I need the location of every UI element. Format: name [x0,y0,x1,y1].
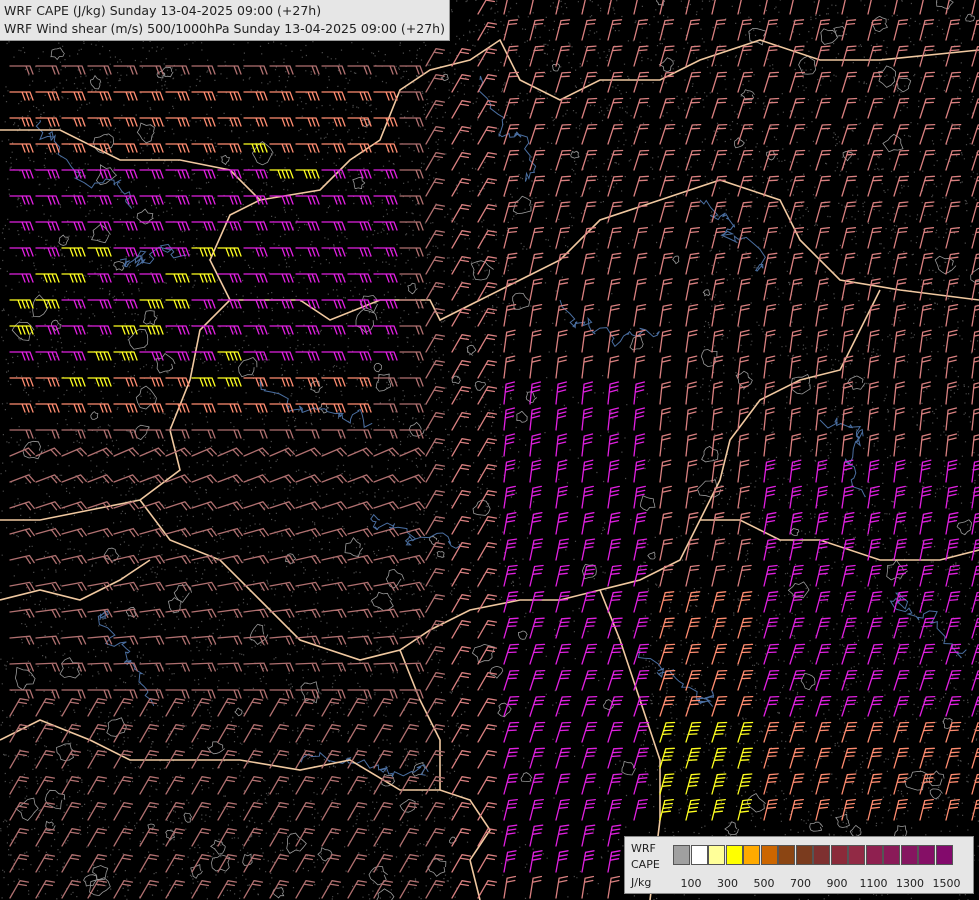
legend-tick-label: 1500 [932,877,961,890]
legend-swatch [725,845,743,865]
legend-swatch [795,845,813,865]
legend-tick-label: 500 [753,877,775,890]
weather-map [0,0,979,900]
legend-label-unit: J/kg [631,876,652,889]
legend-swatch [883,845,900,865]
legend-tick-label: 300 [717,877,738,890]
legend-swatch [760,845,778,865]
map-background [0,0,979,900]
legend-label-wrf: WRF [631,842,656,855]
map-title-box: WRF CAPE (J/kg) Sunday 13-04-2025 09:00 … [0,0,450,41]
legend-tick-label: 900 [826,877,848,890]
legend-swatch [673,845,690,865]
legend-label-cape: CAPE [631,858,660,871]
wind-shear-title: WRF Wind shear (m/s) 500/1000hPa Sunday … [4,21,445,36]
legend-swatch [865,845,883,865]
legend-swatch [918,845,935,865]
legend-swatch [690,845,708,865]
legend-swatch [743,845,760,865]
legend-swatch [830,845,848,865]
legend-swatch [778,845,795,865]
cape-title: WRF CAPE (J/kg) Sunday 13-04-2025 09:00 … [4,3,322,18]
legend-swatch [900,845,918,865]
legend-tick-label: 1100 [859,877,888,890]
legend-tick-label: 700 [790,877,811,890]
legend-swatch [708,845,725,865]
legend-swatch [813,845,830,865]
legend-swatch [935,845,953,865]
legend-swatch [848,845,865,865]
legend-tick-label: 100 [680,877,702,890]
legend-tick-label: 1300 [896,877,924,890]
cape-legend: WRF CAPE J/kg 100 300 500 700 900 1100 1300 150… [624,836,974,894]
